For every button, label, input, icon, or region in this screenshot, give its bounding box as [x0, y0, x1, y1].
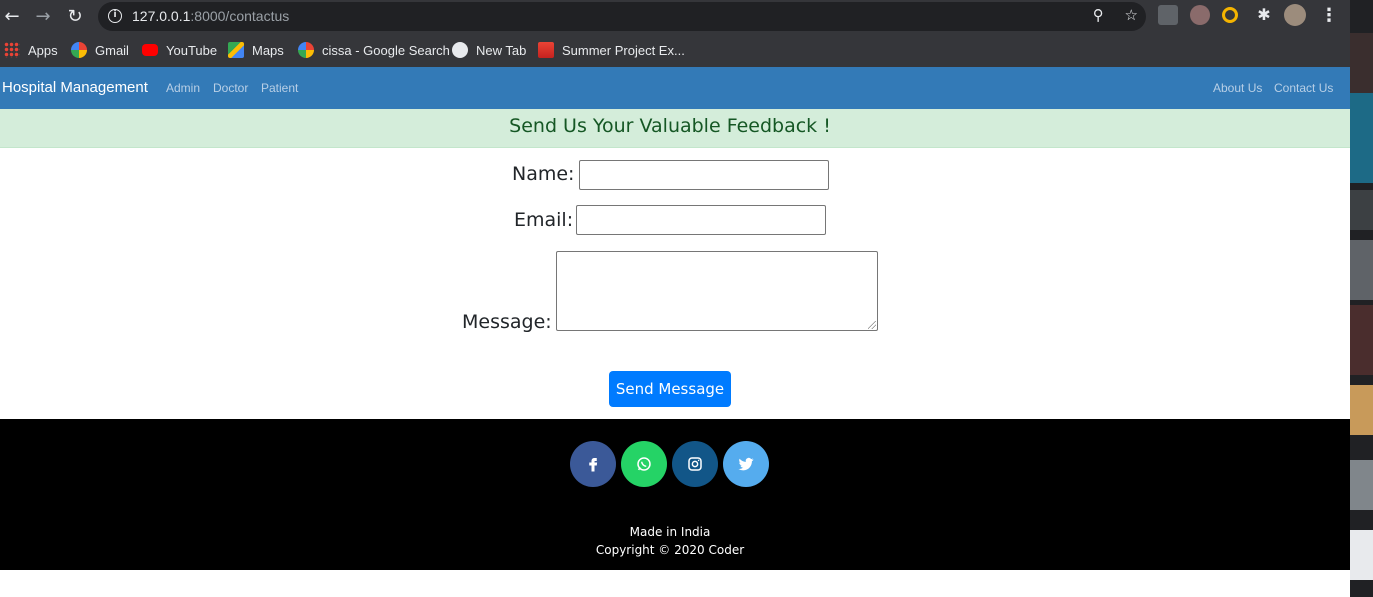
- feedback-alert: Send Us Your Valuable Feedback !: [0, 109, 1350, 148]
- bookmark-maps[interactable]: Maps: [228, 40, 284, 60]
- bookmark-youtube[interactable]: YouTube: [142, 40, 217, 60]
- resize-handle-icon[interactable]: [868, 321, 876, 329]
- instagram-button[interactable]: [672, 441, 718, 487]
- bookmark-apps[interactable]: Apps: [4, 40, 58, 60]
- participant-thumbnail: [1350, 530, 1373, 580]
- participant-thumbnail: [1350, 93, 1373, 183]
- nav-link-patient[interactable]: Patient: [261, 81, 298, 95]
- nav-link-contact-us[interactable]: Contact Us: [1274, 81, 1333, 95]
- back-arrow-icon[interactable]: ←: [0, 5, 24, 29]
- browser-menu-icon[interactable]: ⋮: [1320, 5, 1338, 26]
- whatsapp-button[interactable]: [621, 441, 667, 487]
- apps-grid-icon: [4, 42, 20, 58]
- reload-icon[interactable]: ↻: [63, 5, 87, 29]
- bookmark-label: New Tab: [476, 42, 527, 58]
- bookmark-cissa-search[interactable]: cissa - Google Search: [298, 40, 450, 60]
- nav-link-about-us[interactable]: About Us: [1213, 81, 1262, 95]
- browser-toolbar: ← → ↻ i 127.0.0.1:8000/contactus ⚲ ☆ ✱ ⋮: [0, 0, 1350, 33]
- message-label: Message:: [462, 311, 552, 333]
- bookmark-gmail[interactable]: Gmail: [71, 40, 129, 60]
- bookmark-label: Apps: [28, 42, 58, 58]
- google-icon: [298, 42, 314, 58]
- bookmark-new-tab[interactable]: New Tab: [452, 40, 526, 60]
- bookmark-label: YouTube: [166, 42, 218, 58]
- facebook-button[interactable]: [570, 441, 616, 487]
- participant-thumbnail: [1350, 33, 1373, 93]
- nav-link-admin[interactable]: Admin: [166, 81, 200, 95]
- bookmark-label: cissa - Google Search: [322, 42, 450, 58]
- extension-icon[interactable]: [1190, 5, 1210, 25]
- globe-icon: [452, 42, 468, 58]
- site-footer: Made in India Copyright © 2020 Coder: [0, 419, 1350, 570]
- site-brand[interactable]: Hospital Management: [2, 79, 148, 96]
- twitter-icon: [738, 457, 754, 471]
- participant-thumbnail: [1350, 305, 1373, 375]
- zoom-icon[interactable]: ⚲: [1093, 6, 1104, 24]
- site-navbar: Hospital Management Admin Doctor Patient…: [0, 67, 1350, 109]
- twitter-button[interactable]: [723, 441, 769, 487]
- bookmark-label: Gmail: [95, 42, 129, 58]
- gmail-icon: [538, 42, 554, 58]
- message-textarea[interactable]: [556, 251, 878, 331]
- puzzle-extensions-icon[interactable]: ✱: [1254, 5, 1274, 25]
- site-info-icon[interactable]: i: [108, 9, 122, 23]
- bookmark-label: Maps: [252, 42, 284, 58]
- extension-icon[interactable]: [1158, 5, 1178, 25]
- youtube-icon: [142, 44, 158, 56]
- extension-icon[interactable]: [1222, 7, 1238, 23]
- facebook-icon: [589, 458, 598, 472]
- star-bookmark-icon[interactable]: ☆: [1125, 6, 1138, 24]
- bookmark-label: Summer Project Ex...: [562, 42, 685, 58]
- profile-avatar-icon[interactable]: [1284, 4, 1306, 26]
- address-bar[interactable]: i 127.0.0.1:8000/contactus ⚲ ☆: [98, 2, 1146, 31]
- instagram-icon: [688, 457, 702, 471]
- participant-thumbnail: [1350, 385, 1373, 435]
- bookmarks-bar: Apps Gmail YouTube Maps cissa - Google S…: [0, 33, 1350, 67]
- participant-thumbnail: [1350, 460, 1373, 510]
- url-text[interactable]: 127.0.0.1:8000/contactus: [132, 8, 289, 24]
- whatsapp-icon: [637, 457, 651, 471]
- email-input[interactable]: [576, 205, 826, 235]
- send-message-button[interactable]: Send Message: [609, 371, 731, 407]
- feedback-title: Send Us Your Valuable Feedback !: [509, 115, 831, 137]
- bookmark-summer-project[interactable]: Summer Project Ex...: [538, 40, 685, 60]
- copyright-text: Copyright © 2020 Coder: [595, 543, 745, 557]
- name-label: Name:: [512, 163, 575, 185]
- participant-thumbnail: [1350, 240, 1373, 300]
- maps-icon: [228, 42, 244, 58]
- name-input[interactable]: [579, 160, 829, 190]
- google-icon: [71, 42, 87, 58]
- nav-link-doctor[interactable]: Doctor: [213, 81, 248, 95]
- made-in-text: Made in India: [629, 525, 711, 539]
- participant-thumbnail: [1350, 190, 1373, 230]
- forward-arrow-icon[interactable]: →: [31, 5, 55, 29]
- email-label: Email:: [514, 209, 574, 231]
